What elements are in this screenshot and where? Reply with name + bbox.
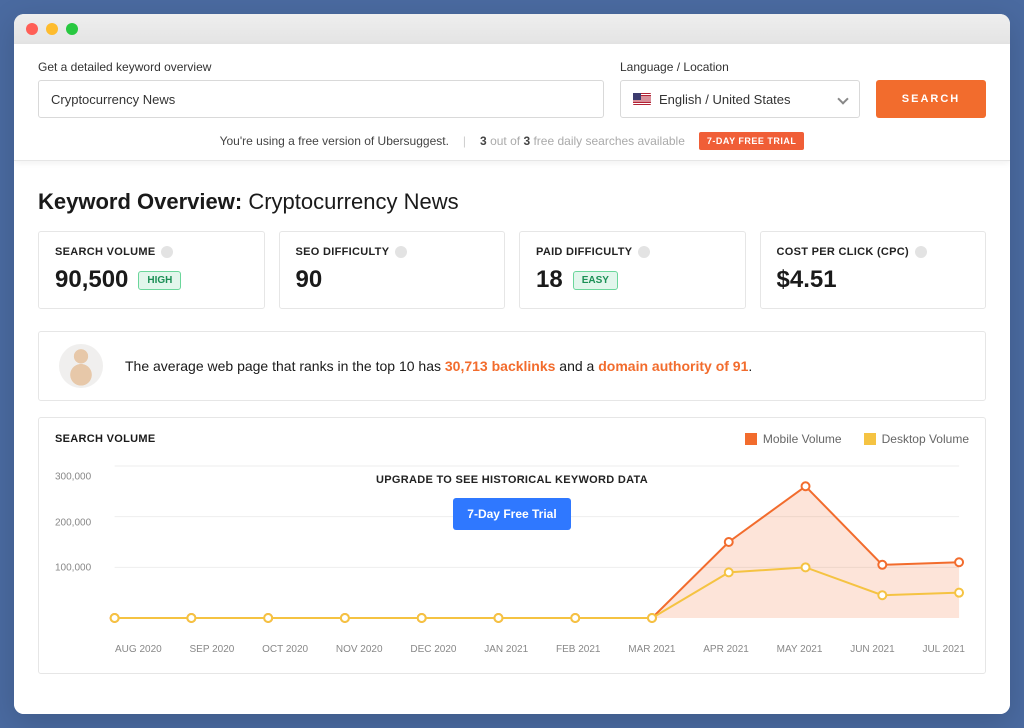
legend-swatch-mobile-icon: [745, 433, 757, 445]
location-field: Language / Location English / United Sta…: [620, 60, 860, 118]
badge-easy: EASY: [573, 271, 618, 290]
chart-plot: 300,000 200,000 100,000 UPGRADE TO SEE H…: [55, 456, 969, 636]
chevron-down-icon: [837, 93, 848, 104]
card-value: 90: [296, 266, 323, 294]
x-tick: MAY 2021: [777, 644, 823, 655]
card-label: SEO DIFFICULTY: [296, 246, 390, 258]
info-icon[interactable]: [161, 246, 173, 258]
card-search-volume: SEARCH VOLUME 90,500 HIGH: [38, 231, 265, 309]
content-area: Get a detailed keyword overview Language…: [14, 44, 1010, 714]
legend-swatch-desktop-icon: [864, 433, 876, 445]
searches-used: 3: [480, 134, 487, 148]
insight-text: The average web page that ranks in the t…: [125, 358, 752, 374]
avatar-icon: [59, 344, 103, 388]
card-paid-difficulty: PAID DIFFICULTY 18 EASY: [519, 231, 746, 309]
badge-high: HIGH: [138, 271, 181, 290]
card-value: 18: [536, 266, 563, 294]
window-close-icon[interactable]: [26, 23, 38, 35]
x-tick: AUG 2020: [115, 644, 162, 655]
title-keyword: Cryptocurrency News: [248, 189, 458, 214]
app-window: Get a detailed keyword overview Language…: [14, 14, 1010, 714]
legend-mobile: Mobile Volume: [745, 432, 842, 446]
window-traffic-lights: [26, 23, 78, 35]
keyword-label: Get a detailed keyword overview: [38, 60, 604, 74]
card-label: PAID DIFFICULTY: [536, 246, 632, 258]
chart-header: SEARCH VOLUME Mobile Volume Desktop Volu…: [55, 432, 969, 446]
window-titlebar: [14, 14, 1010, 44]
card-seo-difficulty: SEO DIFFICULTY 90: [279, 231, 506, 309]
x-tick: NOV 2020: [336, 644, 383, 655]
x-tick: FEB 2021: [556, 644, 600, 655]
search-panel: Get a detailed keyword overview Language…: [14, 44, 1010, 161]
searches-remaining: 3 out of 3 free daily searches available: [480, 134, 685, 148]
title-prefix: Keyword Overview:: [38, 189, 242, 214]
info-icon[interactable]: [638, 246, 650, 258]
x-tick: DEC 2020: [410, 644, 456, 655]
page-title: Keyword Overview: Cryptocurrency News: [38, 189, 986, 215]
location-label: Language / Location: [620, 60, 860, 74]
info-icon[interactable]: [395, 246, 407, 258]
chart-svg: [55, 456, 969, 636]
x-tick: SEP 2020: [189, 644, 234, 655]
legend-desktop: Desktop Volume: [864, 432, 969, 446]
page-body: Keyword Overview: Cryptocurrency News SE…: [14, 161, 1010, 674]
card-label: SEARCH VOLUME: [55, 246, 155, 258]
search-row: Get a detailed keyword overview Language…: [38, 60, 986, 118]
card-value: $4.51: [777, 266, 837, 294]
x-tick: APR 2021: [703, 644, 749, 655]
chart-legend: Mobile Volume Desktop Volume: [745, 432, 969, 446]
domain-authority-link[interactable]: domain authority of 91: [598, 358, 748, 374]
search-subbar: You're using a free version of Ubersugge…: [38, 132, 986, 150]
separator: |: [463, 134, 466, 148]
card-cpc: COST PER CLICK (CPC) $4.51: [760, 231, 987, 309]
free-version-text: You're using a free version of Ubersugge…: [220, 134, 449, 148]
x-tick: MAR 2021: [628, 644, 675, 655]
info-icon[interactable]: [915, 246, 927, 258]
backlinks-link[interactable]: 30,713 backlinks: [445, 358, 556, 374]
metric-cards: SEARCH VOLUME 90,500 HIGH SEO DIFFICULTY…: [38, 231, 986, 309]
window-maximize-icon[interactable]: [66, 23, 78, 35]
flag-us-icon: [633, 93, 651, 105]
x-tick: JUL 2021: [922, 644, 964, 655]
card-label: COST PER CLICK (CPC): [777, 246, 910, 258]
chart-title: SEARCH VOLUME: [55, 433, 155, 445]
x-tick: OCT 2020: [262, 644, 308, 655]
chart-card: SEARCH VOLUME Mobile Volume Desktop Volu…: [38, 417, 986, 674]
location-value: English / United States: [659, 92, 791, 107]
trial-button[interactable]: 7-Day Free Trial: [453, 498, 570, 530]
keyword-field: Get a detailed keyword overview: [38, 60, 604, 118]
x-tick: JAN 2021: [484, 644, 528, 655]
keyword-input[interactable]: [38, 80, 604, 118]
trial-chip[interactable]: 7-DAY FREE TRIAL: [699, 132, 805, 150]
x-tick: JUN 2021: [850, 644, 894, 655]
search-button[interactable]: SEARCH: [876, 80, 986, 118]
card-value: 90,500: [55, 266, 128, 294]
chart-x-axis: AUG 2020 SEP 2020 OCT 2020 NOV 2020 DEC 2020…: [55, 644, 969, 655]
insight-bar: The average web page that ranks in the t…: [38, 331, 986, 401]
location-select[interactable]: English / United States: [620, 80, 860, 118]
window-minimize-icon[interactable]: [46, 23, 58, 35]
